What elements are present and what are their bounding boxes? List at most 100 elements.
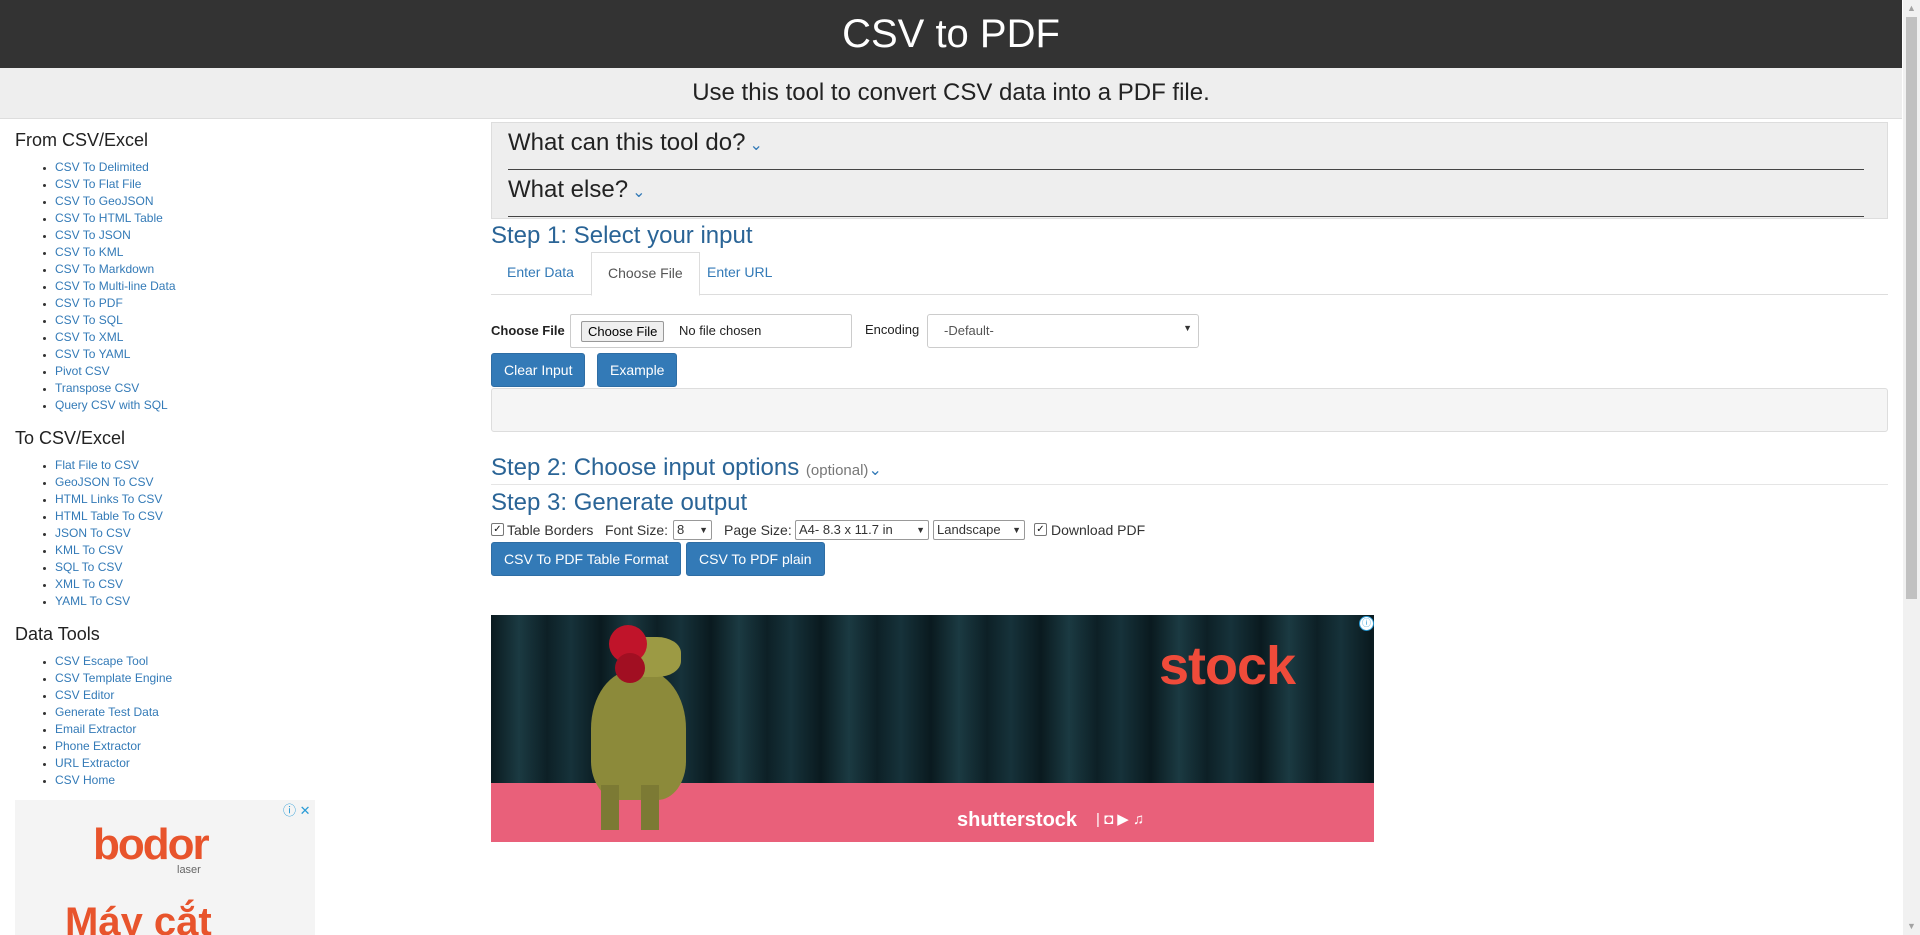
sidebar-link[interactable]: CSV To Delimited (55, 160, 149, 174)
csv-to-pdf-table-button[interactable]: CSV To PDF Table Format (491, 542, 682, 576)
sidebar-link[interactable]: CSV Escape Tool (55, 654, 148, 668)
table-borders-checkbox[interactable]: ✓ (491, 523, 504, 536)
sidebar-link[interactable]: CSV To JSON (55, 228, 131, 242)
choose-file-button[interactable]: Choose File (581, 321, 665, 342)
ad-shutterstock-logo: shutterstock (957, 809, 1078, 831)
sidebar-link[interactable]: CSV To YAML (55, 347, 130, 361)
sidebar-item: Flat File to CSV (55, 457, 315, 474)
sidebar-link[interactable]: CSV Editor (55, 688, 114, 702)
input-tabs: Enter Data Choose File Enter URL (491, 252, 1888, 296)
faq-panel: What can this tool do? ⌄ What else? ⌄ (491, 122, 1888, 219)
sidebar-link[interactable]: GeoJSON To CSV (55, 475, 153, 489)
sidebar-link[interactable]: CSV To Markdown (55, 262, 154, 276)
sidebar-link[interactable]: XML To CSV (55, 577, 123, 591)
encoding-label: Encoding (865, 322, 920, 337)
sidebar-item: HTML Table To CSV (55, 508, 315, 525)
ad-close-info-icon[interactable]: ⓘ ✕ (283, 800, 311, 819)
download-pdf-checkbox[interactable]: ✓ (1034, 523, 1047, 536)
tab-enter-data[interactable]: Enter Data (491, 252, 590, 293)
orientation-select[interactable]: Landscape ▼ (933, 520, 1025, 540)
sidebar-link[interactable]: CSV To KML (55, 245, 123, 259)
sidebar-link[interactable]: SQL To CSV (55, 560, 122, 574)
sidebar-item: HTML Links To CSV (55, 491, 315, 508)
page-size-label: Page Size: (724, 522, 792, 538)
sidebar-link[interactable]: CSV To Flat File (55, 177, 141, 191)
sidebar-item: CSV To Markdown (55, 261, 315, 278)
tab-enter-url[interactable]: Enter URL (691, 252, 788, 293)
sidebar-item: Transpose CSV (55, 380, 315, 397)
sidebar-link[interactable]: CSV To Multi-line Data (55, 279, 176, 293)
faq-what-else[interactable]: What else? ⌄ (508, 170, 1864, 217)
faq-question: What can this tool do? (508, 129, 746, 156)
dinosaur-leg (641, 785, 659, 830)
scroll-down-arrow-icon[interactable]: ▼ (1903, 918, 1920, 935)
sidebar-link[interactable]: CSV Home (55, 773, 115, 787)
scroll-up-arrow-icon[interactable]: ▲ (1903, 0, 1920, 17)
font-size-select[interactable]: 8 ▼ (673, 520, 712, 540)
sidebar-heading-from-csv: From CSV/Excel (15, 130, 149, 150)
dinosaur-leg (601, 785, 619, 830)
sidebar-link[interactable]: Flat File to CSV (55, 458, 139, 472)
sidebar-item: CSV To YAML (55, 346, 315, 363)
ad-brand-logo: bodor (93, 820, 210, 869)
sidebar-link[interactable]: CSV To XML (55, 330, 123, 344)
csv-to-pdf-plain-button[interactable]: CSV To PDF plain (686, 542, 825, 576)
optional-label: (optional) (805, 462, 869, 479)
example-button[interactable]: Example (597, 353, 678, 387)
sidebar-link[interactable]: CSV To GeoJSON (55, 194, 153, 208)
encoding-select[interactable]: -Default- ▼ (927, 314, 1199, 348)
sidebar-item: GeoJSON To CSV (55, 474, 315, 491)
sidebar-link[interactable]: Transpose CSV (55, 381, 139, 395)
sidebar-link[interactable]: CSV Template Engine (55, 671, 172, 685)
sidebar-item: CSV To PDF (55, 295, 315, 312)
sidebar-link[interactable]: KML To CSV (55, 543, 123, 557)
sidebar-item: CSV To KML (55, 244, 315, 261)
table-borders-label: Table Borders (507, 522, 594, 538)
page-size-value: A4- 8.3 x 11.7 in (799, 522, 893, 537)
input-data-area[interactable] (491, 388, 1888, 432)
file-input[interactable]: Choose File No file chosen (570, 314, 852, 348)
faq-question: What else? (508, 176, 629, 203)
sidebar-item: CSV To GeoJSON (55, 193, 315, 210)
sidebar-item: CSV To Multi-line Data (55, 278, 315, 295)
chevron-down-icon: ⌄ (632, 184, 646, 201)
step1-title: Step 1: Select your input (491, 222, 753, 249)
sidebar-item: CSV Editor (55, 687, 315, 704)
dinosaur-illustration (591, 670, 686, 800)
sidebar-item: XML To CSV (55, 576, 315, 593)
step2-title[interactable]: Step 2: Choose input options (optional)⌄ (491, 454, 882, 482)
sidebar-link[interactable]: HTML Table To CSV (55, 509, 163, 523)
clear-input-button[interactable]: Clear Input (491, 353, 586, 387)
tab-choose-file[interactable]: Choose File (591, 252, 700, 296)
sidebar-link[interactable]: URL Extractor (55, 756, 130, 770)
sidebar-item: Email Extractor (55, 721, 315, 738)
sidebar-item: CSV To XML (55, 329, 315, 346)
sidebar-link[interactable]: Email Extractor (55, 722, 136, 736)
sidebar-item: CSV Escape Tool (55, 653, 315, 670)
sidebar-link[interactable]: CSV To HTML Table (55, 211, 163, 225)
sidebar-link[interactable]: YAML To CSV (55, 594, 130, 608)
dropdown-arrow-icon: ▼ (916, 525, 925, 535)
sidebar-item: KML To CSV (55, 542, 315, 559)
page-size-select[interactable]: A4- 8.3 x 11.7 in ▼ (795, 520, 929, 540)
sidebar-link[interactable]: Query CSV with SQL (55, 398, 168, 412)
vertical-scrollbar[interactable]: ▲ ▼ (1903, 0, 1920, 935)
sidebar-link[interactable]: CSV To SQL (55, 313, 123, 327)
sidebar-link[interactable]: Phone Extractor (55, 739, 141, 753)
banner-advertisement[interactable]: stock shutterstock | ◘ ▶ ♫ ⓘ (491, 615, 1374, 842)
ad-media-icons: | ◘ ▶ ♫ (1096, 811, 1145, 828)
sidebar-link[interactable]: Pivot CSV (55, 364, 110, 378)
file-input-row: Choose File Choose File No file chosen E… (491, 314, 1391, 348)
ad-headline: Máy cắt (65, 900, 212, 935)
ad-info-icon[interactable]: ⓘ (1359, 616, 1374, 631)
sidebar-link[interactable]: JSON To CSV (55, 526, 131, 540)
faq-what-can-this-tool-do[interactable]: What can this tool do? ⌄ (508, 123, 1864, 170)
scrollbar-thumb[interactable] (1906, 17, 1917, 599)
sidebar-link[interactable]: CSV To PDF (55, 296, 123, 310)
dropdown-arrow-icon: ▼ (699, 525, 708, 535)
sidebar-item: CSV Home (55, 772, 315, 789)
dropdown-arrow-icon: ▼ (1183, 323, 1192, 333)
sidebar-link[interactable]: HTML Links To CSV (55, 492, 162, 506)
sidebar-advertisement[interactable]: bodor laser Máy cắt (15, 800, 315, 935)
sidebar-link[interactable]: Generate Test Data (55, 705, 159, 719)
